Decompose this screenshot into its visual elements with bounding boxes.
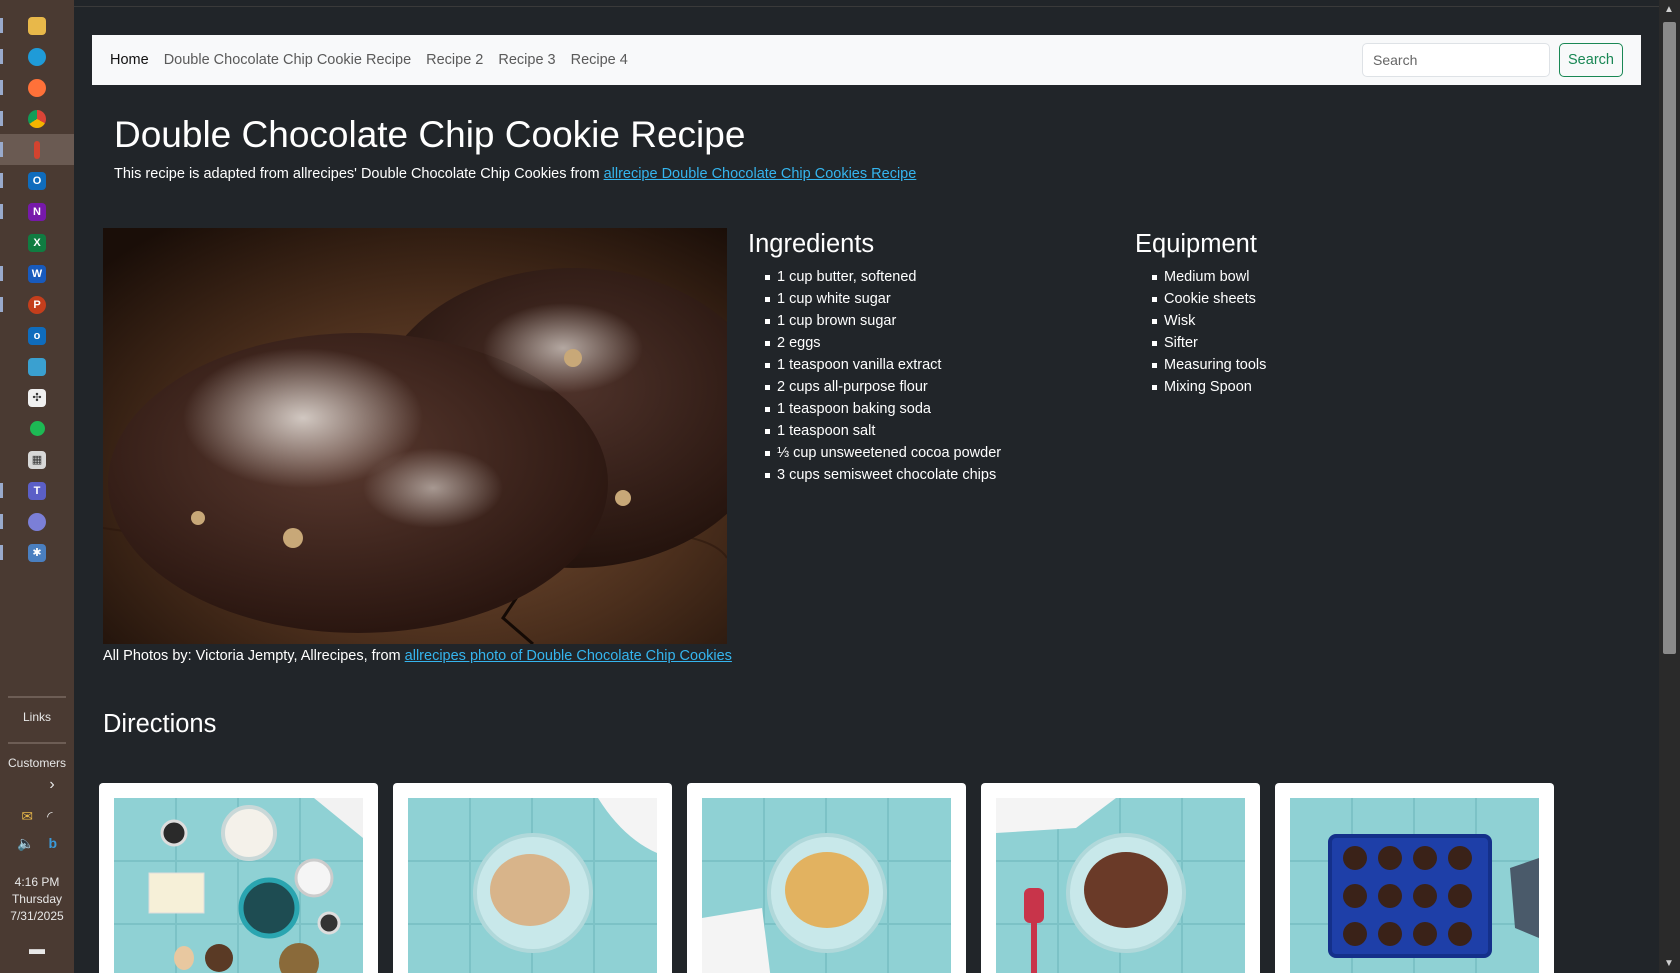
directions-cards (99, 783, 1554, 973)
scroll-up-icon[interactable]: ▲ (1664, 4, 1674, 15)
browser-viewport: Home Double Chocolate Chip Cookie Recipe… (74, 0, 1659, 973)
photo-credit-link[interactable]: allrecipes photo of Double Chocolate Chi… (405, 648, 732, 664)
list-item: 1 teaspoon baking soda (765, 398, 1001, 420)
direction-card[interactable] (687, 783, 966, 973)
list-item: ⅓ cup unsweetened cocoa powder (765, 442, 1001, 464)
equipment-heading: Equipment (1135, 230, 1257, 258)
nav-recipe-4[interactable]: Recipe 4 (571, 52, 628, 68)
edge-icon[interactable] (0, 41, 74, 72)
teams-icon[interactable]: T (0, 475, 74, 506)
cookie-photo-svg (103, 228, 727, 644)
file-explorer-icon[interactable] (0, 10, 74, 41)
direction-card[interactable] (99, 783, 378, 973)
nav-home[interactable]: Home (110, 52, 149, 68)
list-item: Medium bowl (1152, 266, 1266, 288)
step-photo-wet-mixture (702, 798, 951, 973)
clock-date: 7/31/2025 (10, 909, 64, 923)
list-item: Mixing Spoon (1152, 376, 1266, 398)
list-item: 3 cups semisweet chocolate chips (765, 464, 1001, 486)
direction-card[interactable] (393, 783, 672, 973)
teams-alt-icon[interactable] (0, 506, 74, 537)
app-tool-icon[interactable] (0, 351, 74, 382)
list-item: 2 eggs (765, 332, 1001, 354)
clock[interactable]: 4:16 PM Thursday 7/31/2025 (10, 874, 63, 925)
mail-icon[interactable]: ✉ (21, 808, 33, 825)
photo-credit: All Photos by: Victoria Jempty, Allrecip… (103, 648, 732, 664)
search-input[interactable] (1362, 43, 1550, 77)
recipe-source-text: This recipe is adapted from allrecipes' … (114, 166, 917, 182)
step-photo-ingredients (114, 798, 363, 973)
app-gear-icon[interactable]: ✱ (0, 537, 74, 568)
recipe-source-link[interactable]: allrecipe Double Chocolate Chip Cookies … (604, 166, 917, 182)
navbar: Home Double Chocolate Chip Cookie Recipe… (92, 35, 1641, 85)
cookie-photo (103, 228, 727, 644)
equipment-list: Medium bowl Cookie sheets Wisk Sifter Me… (1135, 266, 1266, 398)
list-item: 1 cup butter, softened (765, 266, 1001, 288)
onenote-icon[interactable]: N (0, 196, 74, 227)
network-icon[interactable]: ◜ (47, 808, 52, 825)
list-item: 2 cups all-purpose flour (765, 376, 1001, 398)
list-item: 1 cup white sugar (765, 288, 1001, 310)
nav-recipe-2[interactable]: Recipe 2 (426, 52, 483, 68)
excel-icon[interactable]: X (0, 227, 74, 258)
app-pin-icon[interactable] (0, 134, 74, 165)
direction-card[interactable] (1275, 783, 1554, 973)
taskbar-tray: Links Customers › ✉ ◜ 🔈 b 4:16 PM Thursd… (0, 690, 74, 973)
volume-icon[interactable]: 🔈 (17, 835, 34, 852)
list-item: Cookie sheets (1152, 288, 1266, 310)
nav-recipe-3[interactable]: Recipe 3 (498, 52, 555, 68)
clock-day: Thursday (11, 892, 62, 906)
word-icon[interactable]: W (0, 258, 74, 289)
scroll-down-icon[interactable]: ▼ (1664, 958, 1674, 969)
customers-toolbar[interactable]: Customers (8, 750, 66, 774)
outlook-icon[interactable]: O (0, 165, 74, 196)
ingredients-heading: Ingredients (748, 230, 875, 258)
scroll-thumb[interactable] (1663, 22, 1676, 654)
list-item: Sifter (1152, 332, 1266, 354)
calculator-icon[interactable]: ▦ (0, 444, 74, 475)
step-photo-chocolate-dough (996, 798, 1245, 973)
outlook-alt-icon[interactable]: o (0, 320, 74, 351)
taskbar-pinned-apps: O N X W P o ✣ ▦ T ✱ (0, 0, 74, 568)
direction-card[interactable] (981, 783, 1260, 973)
vertical-scrollbar[interactable]: ▲ ▼ (1659, 0, 1680, 973)
links-toolbar[interactable]: Links (23, 704, 51, 736)
nav-double-chocolate-recipe[interactable]: Double Chocolate Chip Cookie Recipe (164, 52, 411, 68)
ingredients-list: 1 cup butter, softened 1 cup white sugar… (748, 266, 1001, 486)
chevron-right-icon[interactable]: › (49, 776, 54, 794)
chrome-icon[interactable] (0, 103, 74, 134)
list-item: Wisk (1152, 310, 1266, 332)
step-photo-creamed-butter (408, 798, 657, 973)
firefox-icon[interactable] (0, 72, 74, 103)
directions-heading: Directions (103, 710, 217, 738)
search-button[interactable]: Search (1559, 43, 1623, 77)
page-title: Double Chocolate Chip Cookie Recipe (114, 114, 746, 155)
powerpoint-icon[interactable]: P (0, 289, 74, 320)
list-item: 1 teaspoon vanilla extract (765, 354, 1001, 376)
list-item: Measuring tools (1152, 354, 1266, 376)
bing-icon[interactable]: b (48, 835, 57, 852)
puzzle-icon[interactable]: ✣ (0, 382, 74, 413)
ingredients-section: Ingredients 1 cup butter, softened 1 cup… (748, 230, 1001, 486)
notification-icon[interactable]: ▬ (29, 941, 45, 959)
list-item: 1 teaspoon salt (765, 420, 1001, 442)
equipment-section: Equipment Medium bowl Cookie sheets Wisk… (1135, 230, 1266, 398)
list-item: 1 cup brown sugar (765, 310, 1001, 332)
step-photo-baking-sheet (1290, 798, 1539, 973)
green-circle-icon[interactable] (0, 413, 74, 444)
clock-time: 4:16 PM (14, 875, 60, 889)
taskbar: O N X W P o ✣ ▦ T ✱ Links Customers › ✉ … (0, 0, 74, 973)
